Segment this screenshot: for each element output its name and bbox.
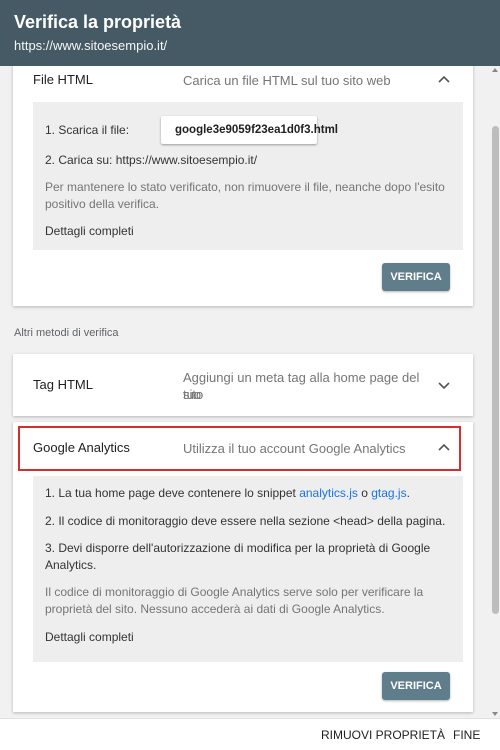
ga-step-snippet: 1. La tua home page deve contenere lo sn… xyxy=(45,485,410,502)
google-analytics-panel: 1. La tua home page deve contenere lo sn… xyxy=(33,476,463,662)
file-html-panel: 1. Scarica il file: google3e9059f23ea1d0… xyxy=(33,102,463,250)
file-html-description: Carica un file HTML sul tuo sito web xyxy=(183,73,391,88)
keep-file-note-line1: Per mantenere lo stato verificato, non r… xyxy=(45,180,445,194)
chevron-up-icon[interactable] xyxy=(437,73,451,87)
dialog-header: Verifica la proprietà https://www.sitoes… xyxy=(0,0,500,66)
file-html-card: File HTML Carica un file HTML sul tuo si… xyxy=(13,66,473,306)
methods-list[interactable]: File HTML Carica un file HTML sul tuo si… xyxy=(0,66,500,718)
scroll-up-arrow[interactable] xyxy=(492,68,498,72)
ga-step-snippet-end: . xyxy=(406,486,410,500)
ga-step-head-section: 2. Il codice di monitoraggio deve essere… xyxy=(45,514,446,528)
dialog-footer: RIMUOVI PROPRIETÀ FINE xyxy=(0,718,500,750)
scrollbar-thumb[interactable] xyxy=(492,126,499,614)
tag-html-title: Tag HTML xyxy=(33,377,93,392)
tag-html-description-line2: sito xyxy=(183,387,204,402)
step-download-label: 1. Scarica il file: xyxy=(45,123,130,137)
tag-html-card[interactable]: Tag HTML Aggiungi un meta tag alla home … xyxy=(13,354,473,416)
file-html-details-link[interactable]: Dettagli completi xyxy=(45,223,134,240)
step-upload: 2. Carica su: https://www.sitoesempio.it… xyxy=(45,153,258,167)
analytics-js-link[interactable]: analytics.js xyxy=(299,486,358,500)
file-html-title: File HTML xyxy=(33,72,93,87)
keep-file-note-line2: positivo della verifica. xyxy=(45,197,160,211)
dialog-title: Verifica la proprietà xyxy=(14,12,182,32)
ga-step-permission-line1: 3. Devi disporre dell'autorizzazione di … xyxy=(45,541,431,555)
chevron-down-icon[interactable] xyxy=(437,378,451,392)
download-filename: google3e9059f23ea1d0f3.html xyxy=(175,124,338,136)
gtag-js-link[interactable]: gtag.js xyxy=(371,486,406,500)
done-button[interactable]: FINE xyxy=(453,728,480,742)
file-html-verify-button[interactable]: VERIFICA xyxy=(382,263,450,291)
google-analytics-verify-button[interactable]: VERIFICA xyxy=(382,672,450,700)
ga-step-snippet-or: o xyxy=(357,486,372,500)
scrollbar[interactable] xyxy=(490,66,500,718)
other-methods-label: Altri metodi di verifica xyxy=(14,327,119,339)
ga-step-snippet-text: 1. La tua home page deve contenere lo sn… xyxy=(45,486,300,500)
property-url: https://www.sitoesempio.it/ xyxy=(14,38,168,53)
ga-note-line1: Il codice di monitoraggio di Google Anal… xyxy=(45,585,424,599)
selected-method-highlight xyxy=(18,426,461,471)
file-html-header[interactable]: File HTML Carica un file HTML sul tuo si… xyxy=(13,66,473,106)
scroll-down-arrow[interactable] xyxy=(492,712,498,716)
ga-details-link[interactable]: Dettagli completi xyxy=(45,629,134,646)
ga-note-line2: proprietà del sito. Nessuno accederà ai … xyxy=(45,602,385,616)
download-file-button[interactable]: google3e9059f23ea1d0f3.html xyxy=(161,116,338,144)
tag-html-header[interactable]: Tag HTML Aggiungi un meta tag alla home … xyxy=(13,354,473,416)
ga-step-permission-line2: Analytics. xyxy=(45,558,97,572)
remove-property-button[interactable]: RIMUOVI PROPRIETÀ xyxy=(321,728,445,742)
